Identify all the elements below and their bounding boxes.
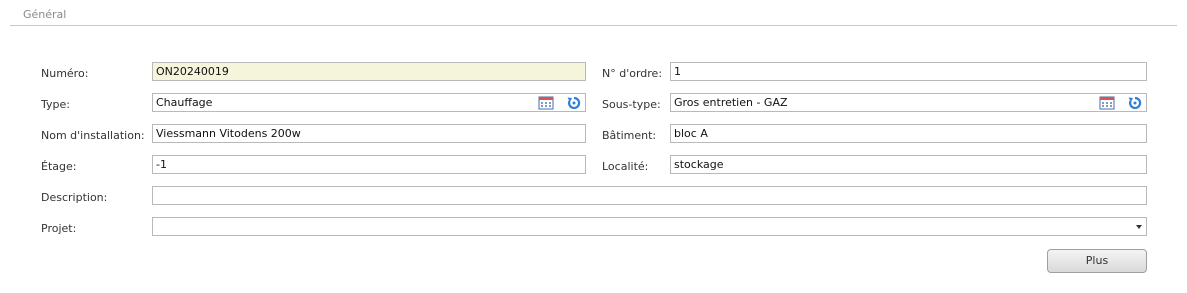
type-field[interactable]: Chauffage xyxy=(152,93,586,112)
description-label: Description: xyxy=(41,191,108,204)
soustype-field[interactable]: Gros entretien - GAZ xyxy=(670,93,1147,112)
description-field[interactable] xyxy=(152,186,1147,205)
ordre-label: N° d'ordre: xyxy=(602,67,663,80)
projet-label: Projet: xyxy=(41,222,77,235)
numero-label: Numéro: xyxy=(41,67,89,80)
type-label: Type: xyxy=(41,98,70,111)
numero-field[interactable]: ON20240019 xyxy=(152,62,586,81)
installation-label: Nom d'installation: xyxy=(41,129,145,142)
ordre-field[interactable]: 1 xyxy=(670,62,1147,81)
section-divider xyxy=(10,25,1177,26)
reset-icon[interactable] xyxy=(566,95,582,111)
batiment-label: Bâtiment: xyxy=(602,129,657,142)
reset-icon[interactable] xyxy=(1127,95,1143,111)
localite-label: Localité: xyxy=(602,160,649,173)
etage-label: Étage: xyxy=(41,160,77,173)
localite-field[interactable]: stockage xyxy=(670,155,1147,174)
projet-select[interactable] xyxy=(152,217,1147,236)
calendar-icon[interactable] xyxy=(1099,95,1115,111)
plus-button[interactable]: Plus xyxy=(1047,249,1147,273)
installation-field[interactable]: Viessmann Vitodens 200w xyxy=(152,124,586,143)
etage-field[interactable]: -1 xyxy=(152,155,586,174)
calendar-icon[interactable] xyxy=(538,95,554,111)
soustype-label: Sous-type: xyxy=(602,98,661,111)
section-title: Général xyxy=(23,8,67,21)
chevron-down-icon[interactable] xyxy=(1136,225,1142,229)
batiment-field[interactable]: bloc A xyxy=(670,124,1147,143)
